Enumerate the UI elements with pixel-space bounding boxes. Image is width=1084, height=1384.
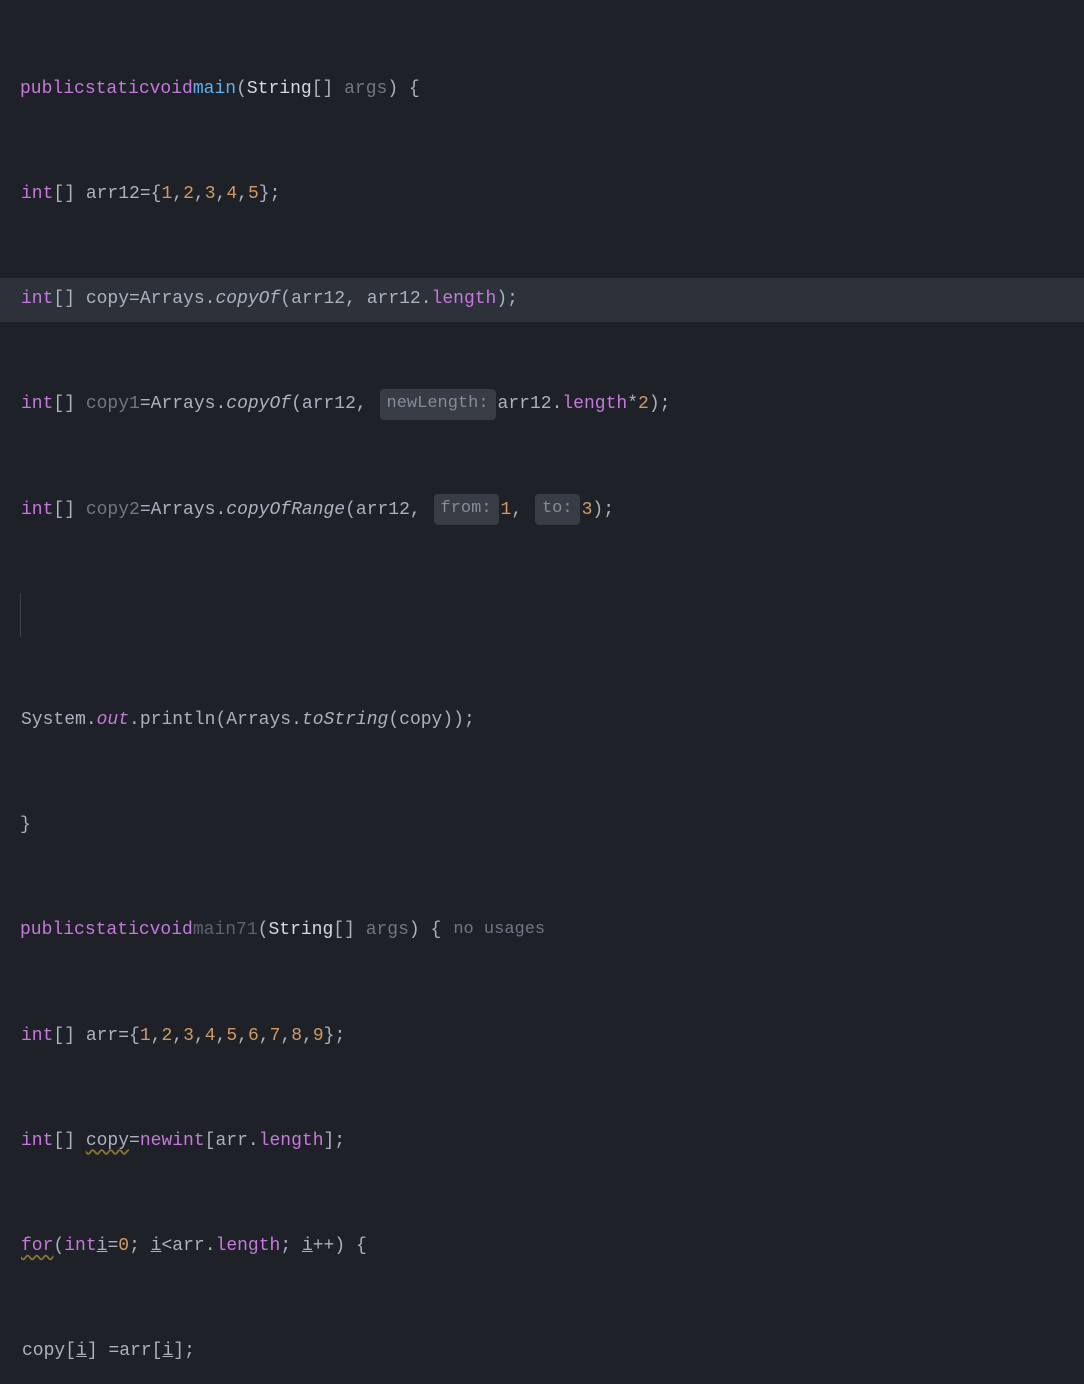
var-i: i [302, 1231, 313, 1262]
inlay-no-usages[interactable]: no usages [453, 916, 545, 945]
keyword-new: new [140, 1126, 172, 1157]
keyword-static: static [85, 915, 150, 946]
code-editor[interactable]: public static void main(String[] args) {… [0, 6, 1084, 1384]
literal: 5 [248, 179, 259, 210]
prop-length: length [562, 389, 627, 420]
keyword-for: for [21, 1231, 53, 1262]
keyword-int: int [21, 389, 53, 420]
var-copy-wavy: copy [86, 1126, 129, 1157]
param-args: args [366, 915, 409, 946]
keyword-int: int [21, 1021, 53, 1052]
arg: arr12 [498, 389, 552, 420]
keyword-public: public [20, 915, 85, 946]
literal: 3 [183, 1021, 194, 1052]
literal: 4 [226, 179, 237, 210]
method-name-main71: main71 [193, 915, 258, 946]
literal: 0 [118, 1231, 129, 1262]
method-copyofrange: copyOfRange [226, 495, 345, 526]
code-line[interactable]: int [] copy2 = Arrays.copyOfRange(arr12,… [0, 488, 1084, 532]
var-copy: copy [86, 284, 129, 315]
keyword-int: int [21, 495, 53, 526]
prop-length: length [259, 1126, 324, 1157]
parameter-hint-to: to: [535, 494, 580, 525]
keyword-int: int [21, 284, 53, 315]
literal: 9 [313, 1021, 324, 1052]
var-arr: arr [215, 1126, 247, 1157]
var-arr12: arr12 [86, 179, 140, 210]
arg: arr12 [356, 495, 410, 526]
code-line[interactable]: int [] copy1 = Arrays.copyOf(arr12, newL… [0, 383, 1084, 427]
arg: arr12 [291, 284, 345, 315]
code-line[interactable]: int [] arr = {1,2,3,4,5,6,7,8,9}; [0, 1014, 1084, 1058]
type-int: int [172, 1126, 204, 1157]
var-i: i [76, 1336, 87, 1367]
param-args: args [344, 74, 387, 105]
code-line[interactable]: System.out.println(Arrays.toString(copy)… [0, 698, 1084, 742]
class-arrays: Arrays [226, 705, 291, 736]
code-line[interactable]: public static void main71(String[] args)… [0, 909, 1084, 953]
code-line[interactable]: copy[i] = arr[i]; [0, 1329, 1084, 1373]
arg: arr12 [302, 389, 356, 420]
var-arr: arr [172, 1231, 204, 1262]
keyword-public: public [20, 74, 85, 105]
literal: 5 [226, 1021, 237, 1052]
var-copy1: copy1 [86, 389, 140, 420]
literal: 4 [205, 1021, 216, 1052]
literal: 8 [291, 1021, 302, 1052]
method-tostring: toString [302, 705, 388, 736]
prop-length: length [216, 1231, 281, 1262]
var-i: i [97, 1231, 108, 1262]
method-copyof: copyOf [226, 389, 291, 420]
keyword-int: int [64, 1231, 96, 1262]
class-arrays: Arrays [140, 284, 205, 315]
var-copy: copy [22, 1336, 65, 1367]
literal: 2 [183, 179, 194, 210]
class-arrays: Arrays [151, 389, 216, 420]
literal: 3 [582, 495, 593, 526]
method-name-main: main [193, 74, 236, 105]
keyword-void: void [150, 74, 193, 105]
literal: 6 [248, 1021, 259, 1052]
method-copyof: copyOf [215, 284, 280, 315]
parameter-hint: newLength: [380, 389, 496, 420]
keyword-void: void [150, 915, 193, 946]
literal: 1 [161, 179, 172, 210]
var-arr: arr [86, 1021, 118, 1052]
keyword-static: static [85, 74, 150, 105]
code-line[interactable]: int [] arr12 = {1,2,3,4,5}; [0, 172, 1084, 216]
var-i: i [151, 1231, 162, 1262]
code-line-highlighted[interactable]: int [] copy = Arrays.copyOf(arr12, arr12… [0, 278, 1084, 322]
arg: copy [399, 705, 442, 736]
var-arr: arr [119, 1336, 151, 1367]
field-out: out [97, 705, 129, 736]
var-copy2: copy2 [86, 495, 140, 526]
class-system: System [21, 705, 86, 736]
var-i: i [162, 1336, 173, 1367]
keyword-int: int [21, 179, 53, 210]
prop-length: length [432, 284, 497, 315]
type-string: String [268, 915, 333, 946]
code-line[interactable]: public static void main(String[] args) { [0, 67, 1084, 111]
literal: 2 [638, 389, 649, 420]
literal: 7 [270, 1021, 281, 1052]
code-line[interactable]: int [] copy = new int[arr.length]; [0, 1119, 1084, 1163]
keyword-int: int [21, 1126, 53, 1157]
code-line[interactable]: } [0, 804, 1084, 848]
arg: arr12 [367, 284, 421, 315]
type-string: String [247, 74, 312, 105]
code-line-blank[interactable] [0, 593, 1084, 637]
method-println: println [140, 705, 216, 736]
literal: 1 [140, 1021, 151, 1052]
class-arrays: Arrays [151, 495, 216, 526]
parameter-hint-from: from: [434, 494, 499, 525]
code-line[interactable]: for (int i = 0; i < arr.length; i++) { [0, 1224, 1084, 1268]
literal: 2 [161, 1021, 172, 1052]
literal: 3 [205, 179, 216, 210]
literal: 1 [501, 495, 512, 526]
